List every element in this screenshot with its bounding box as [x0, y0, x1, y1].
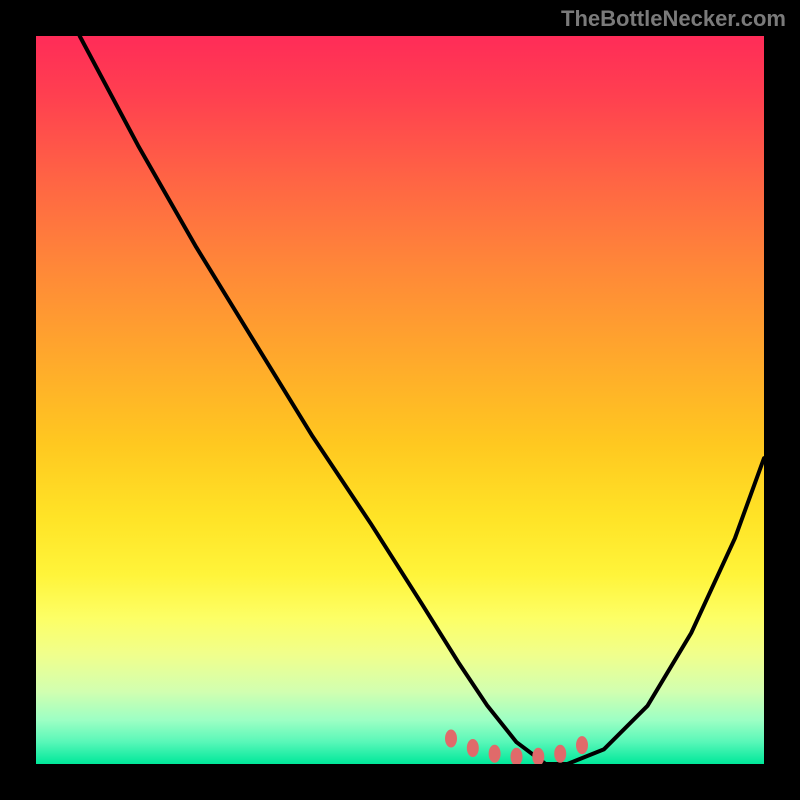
watermark-text: TheBottleNecker.com	[561, 6, 786, 32]
marker-dot	[554, 745, 566, 763]
marker-dot	[511, 748, 523, 764]
plot-area	[36, 36, 764, 764]
curve-svg	[36, 36, 764, 764]
marker-dot	[467, 739, 479, 757]
marker-dots	[445, 730, 588, 765]
bottleneck-curve	[80, 36, 764, 764]
marker-dot	[489, 745, 501, 763]
marker-dot	[532, 748, 544, 764]
curve-path	[80, 36, 764, 764]
chart-container: TheBottleNecker.com	[0, 0, 800, 800]
marker-dot	[445, 730, 457, 748]
marker-dot	[576, 736, 588, 754]
